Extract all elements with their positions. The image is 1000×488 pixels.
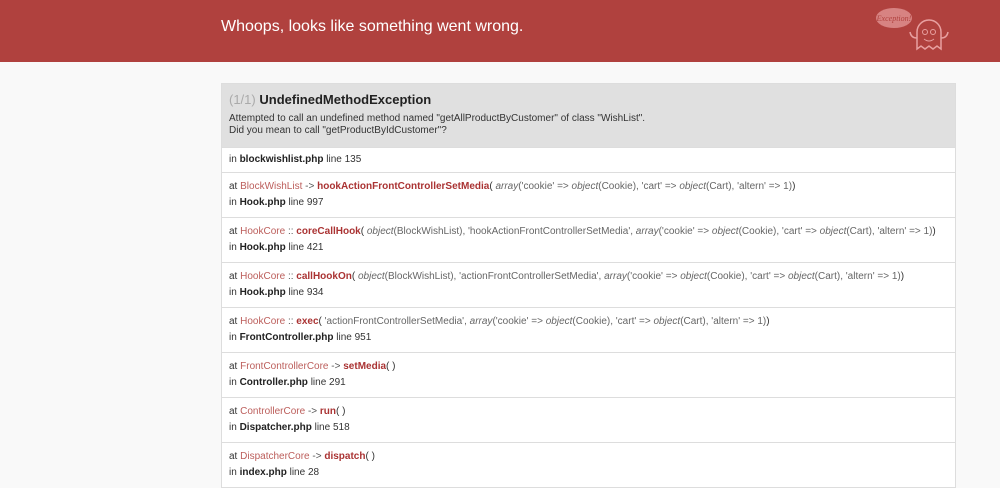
trace-row: at FrontControllerCore -> setMedia( ) in … [222, 352, 955, 397]
trace-row: at HookCore :: exec( 'actionFrontControl… [222, 307, 955, 352]
trace-function: coreCallHook [296, 226, 361, 237]
trace-function: dispatch [324, 451, 366, 462]
page-title: Whoops, looks like something went wrong. [221, 18, 524, 35]
trace-file: Dispatcher.php [239, 422, 312, 433]
trace-file: Hook.php [239, 197, 286, 208]
trace-function: callHookOn [296, 271, 352, 282]
exception-suggestion: Did you mean to call "getProductByIdCust… [229, 125, 447, 136]
trace-class: FrontControllerCore [240, 361, 329, 372]
svg-text:Exception!: Exception! [876, 14, 912, 23]
exception-header: (1/1) UndefinedMethodException Attempted… [222, 84, 955, 147]
trace-class: HookCore [240, 226, 286, 237]
trace-function: setMedia [343, 361, 387, 372]
trace-row: at HookCore :: coreCallHook( object(Bloc… [222, 217, 955, 262]
exception-ghost-logo: Exception! [876, 8, 949, 51]
trace-function: run [319, 406, 336, 417]
trace-args: array('cookie' => object(Cookie), 'cart'… [495, 181, 793, 192]
trace-class: BlockWishList [240, 181, 303, 192]
trace-file: Hook.php [239, 287, 286, 298]
trace-args: object(BlockWishList), 'actionFrontContr… [357, 271, 901, 282]
trace-row: at HookCore :: callHookOn( object(BlockW… [222, 262, 955, 307]
trace-file: index.php [239, 467, 287, 478]
trace-class: DispatcherCore [240, 451, 310, 462]
error-header: Whoops, looks like something went wrong.… [0, 0, 1000, 62]
trace-origin: in blockwishlist.php line 135 [222, 147, 955, 172]
trace-row: at ControllerCore -> run( ) in Dispatcher… [222, 397, 955, 442]
trace-function: exec [296, 316, 319, 327]
exception-message: Attempted to call an undefined method na… [229, 113, 646, 124]
trace-file: Controller.php [239, 377, 308, 388]
trace-class: ControllerCore [240, 406, 306, 417]
trace-file: Hook.php [239, 242, 286, 253]
exception-name: UndefinedMethodException [259, 92, 432, 107]
trace-args: 'actionFrontControllerSetMedia', array('… [324, 316, 767, 327]
trace-class: HookCore [240, 271, 286, 282]
trace-function: hookActionFrontControllerSetMedia [317, 181, 490, 192]
trace-class: HookCore [240, 316, 286, 327]
exception-counter: (1/1) [229, 92, 256, 107]
trace-args: object(BlockWishList), 'hookActionFrontC… [366, 226, 933, 237]
trace-row: at DispatcherCore -> dispatch( ) in index… [222, 442, 955, 487]
trace-row: at BlockWishList -> hookActionFrontContr… [222, 172, 955, 217]
trace-file: FrontController.php [239, 332, 334, 343]
exception-panel: (1/1) UndefinedMethodException Attempted… [221, 83, 956, 488]
